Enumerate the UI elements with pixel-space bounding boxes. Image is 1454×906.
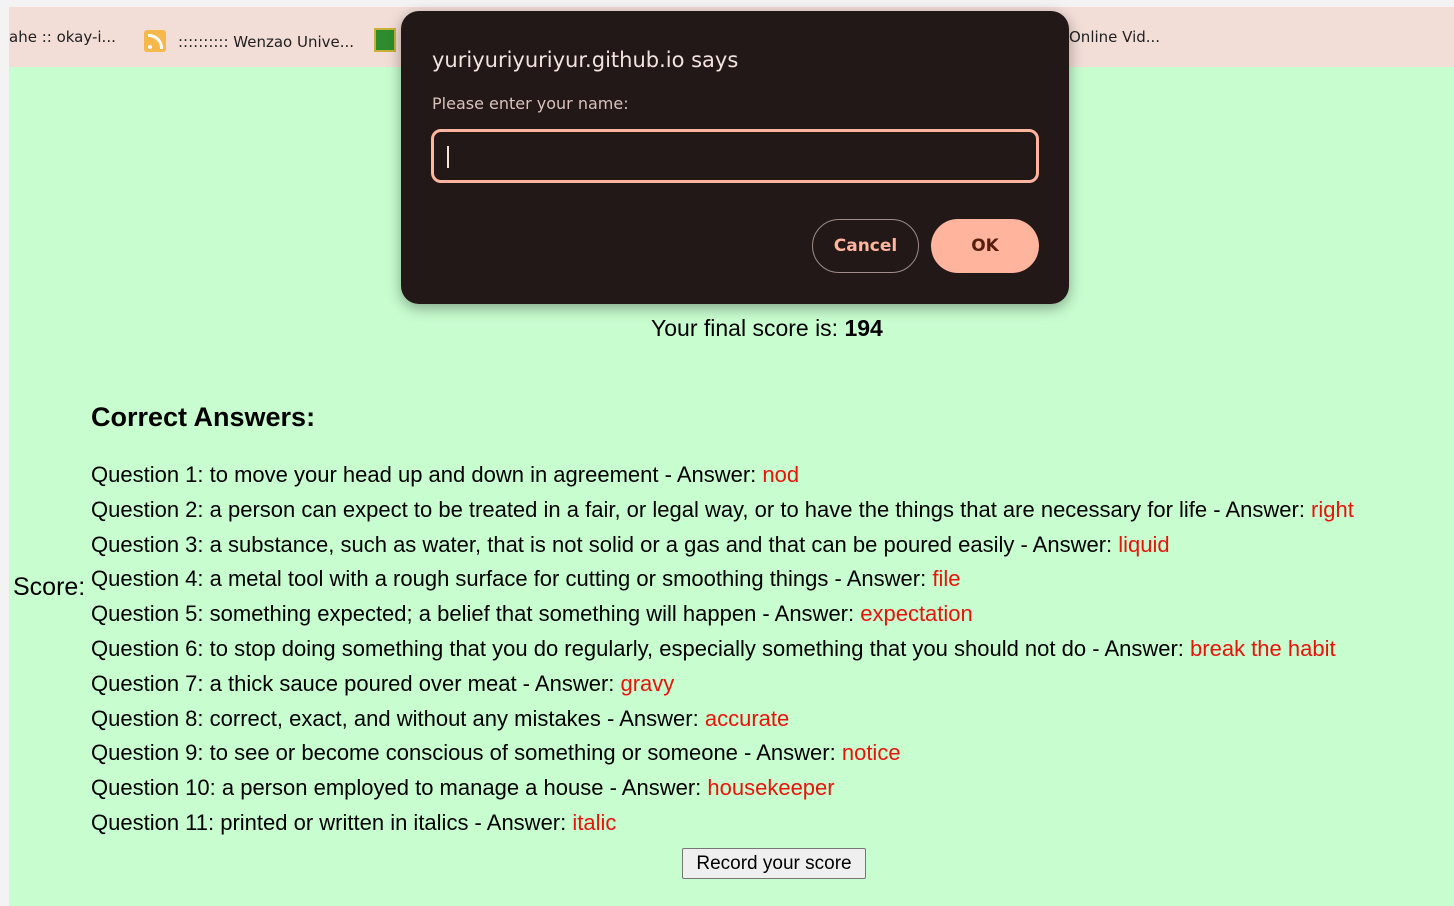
answer-row: Question 1: to move your head up and dow… xyxy=(91,458,1454,493)
question-text: Question 4: a metal tool with a rough su… xyxy=(91,566,933,592)
green-site-icon xyxy=(374,28,396,52)
question-text: Question 11: printed or written in itali… xyxy=(91,809,573,835)
correct-answer: gravy xyxy=(620,670,675,696)
question-text: Question 5: something expected; a belief… xyxy=(91,601,861,627)
question-text: Question 10: a person employed to manage… xyxy=(91,775,708,801)
question-text: Question 3: a substance, such as water, … xyxy=(91,531,1119,557)
prompt-dialog: yuriyuriyuriyur.github.io says Please en… xyxy=(401,11,1069,304)
answer-row: Question 6: to stop doing something that… xyxy=(91,632,1454,667)
answer-row: Question 8: correct, exact, and without … xyxy=(91,702,1454,737)
cancel-button[interactable]: Cancel xyxy=(812,219,919,273)
record-score-button[interactable]: Record your score xyxy=(682,848,866,879)
dialog-message: Please enter your name: xyxy=(432,94,629,113)
bookmark-label: Online Vid... xyxy=(1069,28,1161,46)
answer-row: Question 2: a person can expect to be tr… xyxy=(91,493,1454,528)
correct-answer: notice xyxy=(841,740,901,766)
answer-row: Question 10: a person employed to manage… xyxy=(91,771,1454,806)
bookmark-label: ahe :: okay-i... xyxy=(9,28,116,46)
rss-icon xyxy=(144,28,168,52)
final-score-value: 194 xyxy=(844,315,883,341)
answer-list: Question 1: to move your head up and dow… xyxy=(91,458,1454,841)
correct-answer: accurate xyxy=(704,705,790,731)
question-text: Question 1: to move your head up and dow… xyxy=(91,462,763,487)
question-text: Question 7: a thick sauce poured over me… xyxy=(91,670,621,696)
answer-row: Question 5: something expected; a belief… xyxy=(91,597,1454,632)
answer-row: Question 11: printed or written in itali… xyxy=(91,806,1454,841)
ok-button[interactable]: OK xyxy=(931,219,1039,273)
answer-row: Question 9: to see or become conscious o… xyxy=(91,736,1454,771)
correct-answer: file xyxy=(932,566,961,592)
score-label: Score: xyxy=(13,573,86,601)
correct-answer: housekeeper xyxy=(707,775,835,801)
bookmark-item[interactable]: Online Vid... xyxy=(1069,28,1160,46)
question-text: Question 9: to see or become conscious o… xyxy=(91,740,842,766)
correct-answer: liquid xyxy=(1118,531,1170,557)
question-text: Question 2: a person can expect to be tr… xyxy=(91,496,1312,522)
answer-row: Question 7: a thick sauce poured over me… xyxy=(91,667,1454,702)
correct-answer: expectation xyxy=(860,601,973,627)
text-caret xyxy=(447,146,449,168)
bookmark-label: :::::::::: Wenzao Unive... xyxy=(178,33,355,51)
question-text: Question 8: correct, exact, and without … xyxy=(91,705,705,731)
name-input[interactable] xyxy=(431,129,1039,183)
dialog-title: yuriyuriyuriyur.github.io says xyxy=(432,48,739,72)
answer-row: Question 4: a metal tool with a rough su… xyxy=(91,562,1454,597)
final-score-label: Your final score is: xyxy=(651,315,845,341)
correct-answer: italic xyxy=(572,809,617,835)
bookmark-item[interactable]: :::::::::: Wenzao Unive... xyxy=(144,28,354,52)
correct-answer: nod xyxy=(762,462,800,487)
answer-row: Question 3: a substance, such as water, … xyxy=(91,528,1454,563)
answers-heading: Correct Answers: xyxy=(91,402,316,432)
question-text: Question 6: to stop doing something that… xyxy=(91,635,1191,661)
final-score: Your final score is: 194 xyxy=(651,315,883,342)
bookmark-item[interactable]: ahe :: okay-i... xyxy=(9,28,116,46)
correct-answer: break the habit xyxy=(1190,635,1336,661)
correct-answer: right xyxy=(1311,496,1354,522)
